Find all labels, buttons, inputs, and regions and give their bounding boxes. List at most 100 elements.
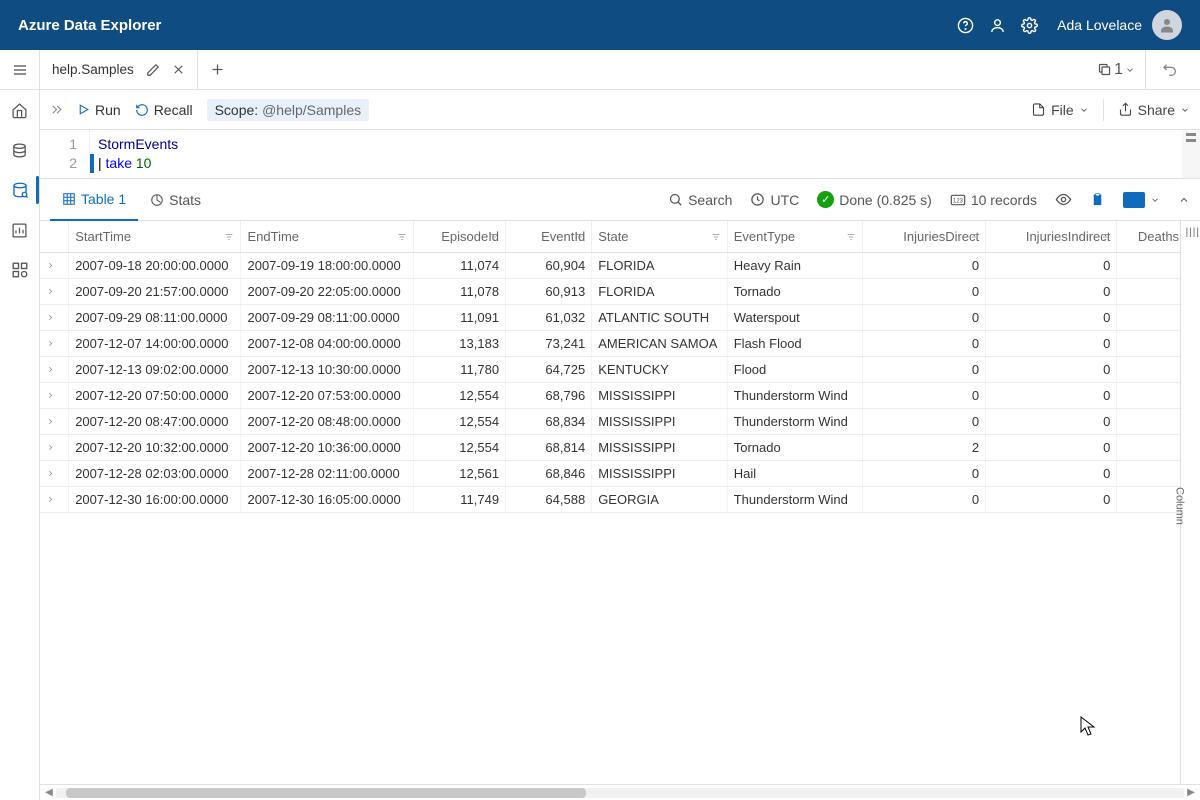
hamburger-icon[interactable] — [0, 50, 40, 89]
mydata-icon[interactable] — [10, 260, 30, 280]
col-header-State[interactable]: State — [592, 221, 728, 253]
expand-row-icon[interactable] — [40, 279, 69, 305]
expand-row-icon[interactable] — [40, 305, 69, 331]
col-header-EpisodeId[interactable]: EpisodeId — [413, 221, 505, 253]
user-name[interactable]: Ada Lovelace — [1057, 17, 1142, 33]
filter-icon[interactable] — [846, 232, 856, 242]
cell: 2007-09-19 18:00:00.0000 — [241, 253, 413, 279]
cell: FLORIDA — [592, 279, 728, 305]
editor-token: 10 — [136, 155, 152, 171]
filter-icon[interactable] — [489, 232, 499, 242]
add-tab-button[interactable] — [198, 50, 238, 89]
expand-row-icon[interactable] — [40, 357, 69, 383]
data-icon[interactable] — [10, 140, 30, 160]
timezone-toggle[interactable]: UTC — [750, 192, 799, 208]
run-button[interactable]: Run — [77, 102, 121, 118]
table-row[interactable]: 2007-09-20 21:57:00.00002007-09-20 22:05… — [40, 279, 1180, 305]
table-row[interactable]: 2007-09-29 08:11:00.00002007-09-29 08:11… — [40, 305, 1180, 331]
expand-row-icon[interactable] — [40, 435, 69, 461]
expand-row-icon[interactable] — [40, 461, 69, 487]
table-row[interactable]: 2007-12-07 14:00:00.00002007-12-08 04:00… — [40, 331, 1180, 357]
cell: 12,554 — [413, 409, 505, 435]
table-row[interactable]: 2007-12-28 02:03:00.00002007-12-28 02:11… — [40, 461, 1180, 487]
help-icon[interactable] — [949, 9, 981, 41]
col-header-EventType[interactable]: EventType — [727, 221, 862, 253]
scroll-right-icon[interactable]: ▶ — [1184, 787, 1198, 798]
table-row[interactable]: 2007-12-20 10:32:00.00002007-12-20 10:36… — [40, 435, 1180, 461]
col-header-EndTime[interactable]: EndTime — [241, 221, 413, 253]
cell: 68,814 — [506, 435, 592, 461]
hide-empty-button[interactable] — [1055, 191, 1072, 208]
cell: 13,183 — [413, 331, 505, 357]
check-icon: ✓ — [817, 191, 834, 208]
col-header-DeathsDirect[interactable]: DeathsDirect — [1117, 221, 1180, 253]
cell: MISSISSIPPI — [592, 409, 728, 435]
cell: ATLANTIC SOUTH — [592, 305, 728, 331]
expand-row-icon[interactable] — [40, 383, 69, 409]
table-row[interactable]: 2007-12-13 09:02:00.00002007-12-13 10:30… — [40, 357, 1180, 383]
tab-stats[interactable]: Stats — [138, 179, 213, 221]
cell: 2007-09-20 21:57:00.0000 — [69, 279, 241, 305]
expand-row-icon[interactable] — [40, 331, 69, 357]
scroll-left-icon[interactable]: ◀ — [42, 787, 56, 798]
scope-selector[interactable]: Scope: @help/Samples — [207, 99, 370, 121]
copy-dropdown[interactable]: 1 — [1087, 50, 1146, 89]
scroll-track[interactable] — [56, 788, 1184, 798]
filter-icon[interactable] — [969, 232, 979, 242]
columns-panel-toggle[interactable]: |||| Column — [1180, 221, 1200, 784]
dashboard-icon[interactable] — [10, 220, 30, 240]
cell: 2007-12-28 02:03:00.0000 — [69, 461, 241, 487]
expand-row-icon[interactable] — [40, 487, 69, 513]
col-header-InjuriesIndirect[interactable]: InjuriesIndirect — [986, 221, 1117, 253]
query-tab[interactable]: help.Samples — [40, 50, 198, 89]
table-row[interactable]: 2007-09-18 20:00:00.00002007-09-19 18:00… — [40, 253, 1180, 279]
share-menu[interactable]: Share — [1118, 102, 1190, 118]
filter-icon[interactable] — [711, 232, 721, 242]
close-icon[interactable] — [172, 63, 185, 76]
avatar[interactable] — [1152, 10, 1182, 40]
record-count: 123 10 records — [950, 192, 1037, 208]
tab-stats-label: Stats — [169, 192, 201, 208]
filter-icon[interactable] — [575, 232, 585, 242]
clipboard-button[interactable] — [1090, 192, 1105, 207]
cell: 0 — [986, 279, 1117, 305]
cell — [1117, 253, 1180, 279]
collapse-results-button[interactable] — [1178, 194, 1190, 206]
tab-table[interactable]: Table 1 — [50, 179, 138, 221]
edit-icon[interactable] — [146, 63, 160, 77]
cell: 2 — [863, 435, 986, 461]
expand-row-icon[interactable] — [40, 409, 69, 435]
home-icon[interactable] — [10, 100, 30, 120]
col-header-EventId[interactable]: EventId — [506, 221, 592, 253]
table-row[interactable]: 2007-12-30 16:00:00.00002007-12-30 16:05… — [40, 487, 1180, 513]
app-title: Azure Data Explorer — [18, 17, 161, 34]
settings-icon[interactable] — [1013, 9, 1045, 41]
query-icon[interactable] — [10, 180, 30, 200]
feedback-icon[interactable] — [981, 9, 1013, 41]
cell: Tornado — [727, 279, 862, 305]
filter-icon[interactable] — [224, 232, 234, 242]
cell: 11,091 — [413, 305, 505, 331]
recall-button[interactable]: Recall — [135, 102, 193, 118]
scope-value: @help/Samples — [262, 102, 361, 118]
table-row[interactable]: 2007-12-20 08:47:00.00002007-12-20 08:48… — [40, 409, 1180, 435]
tab-label: help.Samples — [52, 62, 134, 77]
cell: AMERICAN SAMOA — [592, 331, 728, 357]
filter-icon[interactable] — [397, 232, 407, 242]
editor-minimap[interactable] — [1182, 130, 1200, 178]
col-header-InjuriesDirect[interactable]: InjuriesDirect — [863, 221, 986, 253]
cell: Waterspout — [727, 305, 862, 331]
query-editor[interactable]: 12 StormEvents | take 10 — [40, 130, 1200, 179]
file-menu[interactable]: File — [1031, 102, 1089, 118]
filter-icon[interactable] — [1100, 232, 1110, 242]
expand-row-icon[interactable] — [40, 253, 69, 279]
scroll-thumb[interactable] — [66, 788, 586, 798]
table-row[interactable]: 2007-12-20 07:50:00.00002007-12-20 07:53… — [40, 383, 1180, 409]
status-indicator: ✓ Done (0.825 s) — [817, 191, 932, 208]
horizontal-scrollbar[interactable]: ◀ ▶ — [40, 784, 1200, 800]
col-header-StartTime[interactable]: StartTime — [69, 221, 241, 253]
expand-toolbar-button[interactable] — [50, 103, 63, 116]
view-mode-dropdown[interactable] — [1123, 192, 1160, 208]
undo-button[interactable] — [1152, 50, 1188, 89]
search-results[interactable]: Search — [668, 192, 732, 208]
